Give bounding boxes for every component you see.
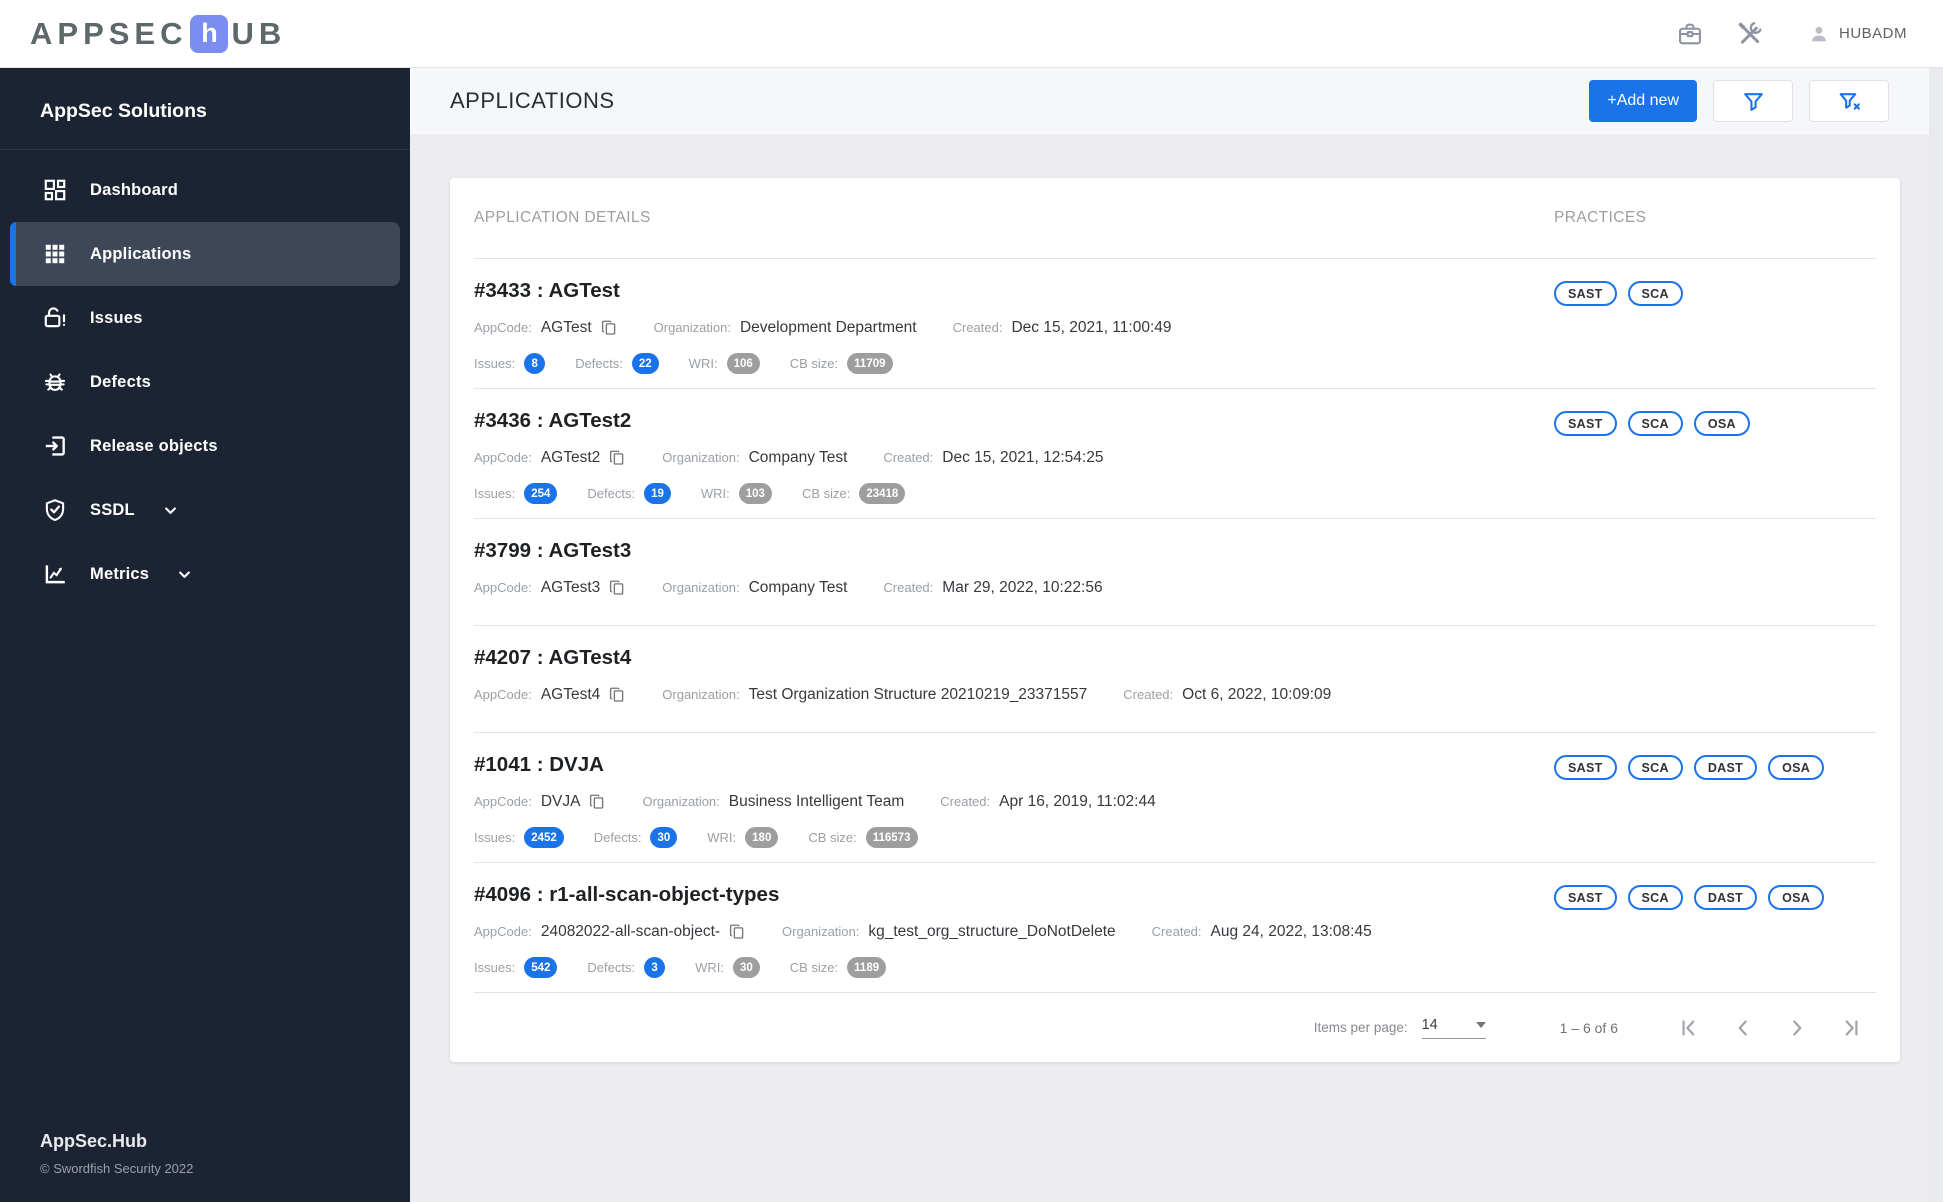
defects-count: 30 [650,827,678,848]
copy-icon[interactable] [588,793,606,811]
column-header-practices: PRACTICES [1554,209,1647,226]
defects-count: 22 [631,353,659,374]
application-title[interactable]: #4096 : r1-all-scan-object-types [474,883,1554,907]
sidebar-item-applications[interactable]: Applications [10,222,400,286]
pagination-bar: Items per page: 14 1 – 6 of 6 [474,992,1876,1062]
cb-size-count: 23418 [859,483,906,504]
previous-page-button[interactable] [1730,1015,1756,1041]
practice-badge: SCA [1627,885,1683,910]
application-title[interactable]: #1041 : DVJA [474,753,1554,777]
exit-to-app-icon [42,433,68,459]
filter-button[interactable] [1713,80,1793,122]
application-title[interactable]: #3433 : AGTest [474,279,1554,303]
issues-count: 542 [524,957,558,978]
copy-icon[interactable] [608,686,626,704]
app-logo[interactable]: APPSEC h UB [30,14,287,53]
next-page-button[interactable] [1784,1015,1810,1041]
copy-icon[interactable] [728,923,746,941]
application-row[interactable]: #4207 : AGTest4 AppCode: AGTest4 Organiza… [474,625,1876,732]
cb-size-count: 1189 [847,957,887,978]
chevron-down-icon [161,501,180,520]
sidebar-copyright: © Swordfish Security 2022 [40,1161,194,1176]
first-page-button[interactable] [1676,1015,1702,1041]
chevron-down-icon [175,565,194,584]
items-per-page-label: Items per page: [1313,1020,1408,1035]
dashboard-icon [42,177,68,203]
practice-badge: SAST [1554,755,1617,780]
practice-badge: SAST [1554,281,1617,306]
wri-count: 180 [745,827,779,848]
filter-clear-icon [1839,92,1860,110]
sidebar-item-metrics[interactable]: Metrics [10,542,400,606]
logo-h-icon: h [190,14,229,53]
application-title[interactable]: #3799 : AGTest3 [474,539,1554,563]
logo-text-right: UB [231,15,287,51]
page-range: 1 – 6 of 6 [1559,1019,1618,1036]
application-row[interactable]: #4096 : r1-all-scan-object-types AppCode… [474,862,1876,992]
sidebar-item-ssdl[interactable]: SSDL [10,478,400,542]
sidebar: AppSec Solutions Dashboard Applications … [0,68,410,1202]
lock-alert-icon [42,305,68,331]
application-row[interactable]: #3433 : AGTest AppCode: AGTest Organizati… [474,258,1876,388]
application-row[interactable]: #3799 : AGTest3 AppCode: AGTest3 Organiza… [474,518,1876,625]
applications-card: APPLICATION DETAILS PRACTICES #3433 : AG… [450,178,1900,1062]
practice-badge: SAST [1554,885,1617,910]
dropdown-caret-icon [1475,1021,1486,1028]
cb-size-count: 116573 [865,827,918,848]
bug-icon [42,369,68,395]
copy-icon[interactable] [608,579,626,597]
issues-count: 2452 [524,827,564,848]
copy-icon[interactable] [600,319,618,337]
practice-badge: OSA [1693,411,1750,436]
add-new-button[interactable]: +Add new [1589,80,1697,122]
filter-icon [1743,92,1763,111]
issues-count: 254 [524,483,558,504]
person-icon [1808,23,1830,45]
application-row[interactable]: #3436 : AGTest2 AppCode: AGTest2 Organiza… [474,388,1876,518]
logo-text-left: APPSEC [30,15,188,51]
application-title[interactable]: #3436 : AGTest2 [474,409,1554,433]
sidebar-item-defects[interactable]: Defects [10,350,400,414]
sidebar-item-issues[interactable]: Issues [10,286,400,350]
practice-badge: DAST [1693,885,1758,910]
practice-badge: OSA [1768,755,1825,780]
practice-badge: SCA [1627,411,1683,436]
clear-filter-button[interactable] [1809,80,1889,122]
application-row[interactable]: #1041 : DVJA AppCode: DVJA Organization: B… [474,732,1876,862]
cb-size-count: 11709 [847,353,893,374]
items-per-page-select[interactable]: 14 [1421,1016,1486,1039]
practice-badge: SCA [1627,281,1683,306]
column-header-details: APPLICATION DETAILS [474,209,651,226]
application-title[interactable]: #4207 : AGTest4 [474,646,1554,670]
briefcase-icon[interactable] [1676,20,1704,48]
page-header: APPLICATIONS +Add new [410,68,1943,134]
wri-count: 106 [726,353,760,374]
defects-count: 19 [644,483,671,504]
shield-check-icon [42,497,68,523]
apps-grid-icon [42,241,68,267]
defects-count: 3 [644,957,666,978]
practice-badge: SAST [1554,411,1617,436]
issues-count: 8 [524,353,546,374]
admin-tools-icon[interactable] [1736,20,1764,48]
sidebar-item-dashboard[interactable]: Dashboard [10,158,400,222]
sidebar-item-release-objects[interactable]: Release objects [10,414,400,478]
sidebar-product-name: AppSec.Hub [40,1131,148,1151]
practice-badge: OSA [1768,885,1825,910]
wri-count: 103 [738,483,772,504]
user-menu[interactable]: HUBADM [1808,23,1907,45]
page-title: APPLICATIONS [450,88,615,113]
practice-badge: DAST [1693,755,1758,780]
main-area: APPLICATIONS +Add new APPLICATION DETAIL… [410,68,1943,1202]
copy-icon[interactable] [608,449,626,467]
topbar: APPSEC h UB HUBADM [0,0,1943,68]
last-page-button[interactable] [1838,1015,1864,1041]
sidebar-title: AppSec Solutions [0,68,410,150]
chart-icon [42,561,68,587]
practice-badge: SCA [1627,755,1683,780]
scrollbar[interactable] [1929,68,1943,1202]
username: HUBADM [1838,25,1907,42]
wri-count: 30 [732,957,760,978]
items-per-page-value: 14 [1421,1016,1438,1033]
